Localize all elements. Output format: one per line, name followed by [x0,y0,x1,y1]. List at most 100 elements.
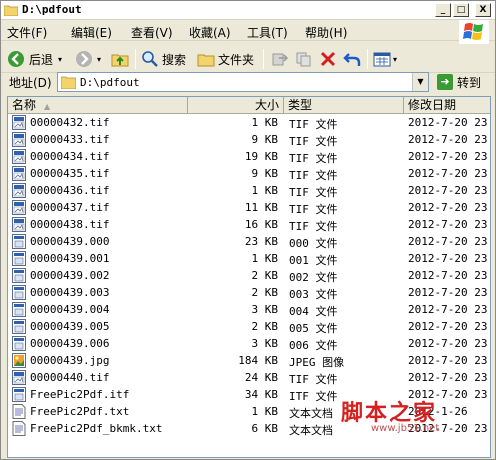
column-header-name[interactable]: 名称 ▲ [8,97,188,114]
file-size: 1 KB [251,252,279,265]
tif-file-icon [12,166,26,181]
copy-to-button[interactable] [295,48,313,70]
file-row[interactable]: 00000436.tif 1 KB TIF 文件 2012-7-20 23 [8,182,490,199]
file-row[interactable]: 00000435.tif 9 KB TIF 文件 2012-7-20 23 [8,165,490,182]
file-size: 2 KB [251,269,279,282]
file-type: 002 文件 [289,271,338,284]
file-name: 00000439.005 [30,320,110,333]
menu-favorites[interactable]: 收藏(A) [189,24,231,41]
file-name: 00000435.tif [30,167,110,180]
file-type: TIF 文件 [289,118,338,131]
address-value: D:\pdfout [80,76,140,89]
back-button[interactable]: 后退 ▾ [7,48,62,70]
file-name: 00000439.003 [30,286,110,299]
file-name: 00000439.001 [30,252,110,265]
file-size: 184 KB [238,354,278,367]
maximize-button[interactable]: □ [453,3,469,17]
go-button[interactable]: ➜ 转到 [437,73,481,91]
file-size: 2 KB [251,320,279,333]
file-row[interactable]: 00000439.005 2 KB 005 文件 2012-7-20 23 [8,318,490,335]
file-row[interactable]: 00000433.tif 9 KB TIF 文件 2012-7-20 23 [8,131,490,148]
file-name: 00000439.000 [30,235,110,248]
file-type: 004 文件 [289,305,338,318]
file-size: 19 KB [244,150,278,163]
menu-tools[interactable]: 工具(T) [247,24,288,41]
column-header-modified[interactable]: 修改日期 [404,97,490,114]
address-bar: 地址(D) D:\pdfout ▼ ➜ 转到 [1,69,495,94]
file-modified: 2012-7-20 23 [408,269,488,282]
file-modified: 2012-7-20 23 [408,354,488,367]
file-row[interactable]: 00000439.000 23 KB 000 文件 2012-7-20 23 [8,233,490,250]
back-arrow-icon [8,51,24,67]
views-button[interactable]: ▾ [373,48,397,70]
toolbar-separator [367,49,368,69]
text-document-icon [12,404,26,419]
file-type: TIF 文件 [289,135,338,148]
column-name-label: 名称 [12,98,37,112]
move-to-icon [272,53,289,66]
file-row[interactable]: 00000439.002 2 KB 002 文件 2012-7-20 23 [8,267,490,284]
close-button[interactable]: X [475,3,491,17]
file-row[interactable]: 00000440.tif 24 KB TIF 文件 2012-7-20 23 [8,369,490,386]
chevron-down-icon[interactable]: ▾ [393,55,397,64]
file-row[interactable]: 00000432.tif 1 KB TIF 文件 2012-7-20 23 [8,114,490,131]
file-name: FreePic2Pdf.itf [30,388,130,401]
file-name: 00000439.006 [30,337,110,350]
file-size: 1 KB [251,184,279,197]
file-row[interactable]: 00000434.tif 19 KB TIF 文件 2012-7-20 23 [8,148,490,165]
menu-edit[interactable]: 编辑(E) [71,24,112,41]
minimize-button[interactable]: _ [435,3,451,17]
watermark: 脚本之家 www.jb51.net [341,395,439,434]
file-row[interactable]: 00000437.tif 11 KB TIF 文件 2012-7-20 23 [8,199,490,216]
file-modified: 2012-7-20 23 [408,252,488,265]
file-row[interactable]: 00000439.006 3 KB 006 文件 2012-7-20 23 [8,335,490,352]
file-modified: 2012-7-20 23 [408,371,488,384]
tif-file-icon [12,149,26,164]
file-modified: 2012-7-20 23 [408,116,488,129]
move-to-button[interactable] [271,48,289,70]
file-modified: 2012-7-20 23 [408,320,488,333]
menu-file[interactable]: 文件(F) [7,24,47,41]
file-row[interactable]: 00000439.004 3 KB 004 文件 2012-7-20 23 [8,301,490,318]
chevron-down-icon[interactable]: ▼ [412,73,428,91]
delete-button[interactable] [319,48,337,70]
file-row[interactable]: 00000439.001 1 KB 001 文件 2012-7-20 23 [8,250,490,267]
file-name: 00000439.002 [30,269,110,282]
menu-bar: 文件(F) 编辑(E) 查看(V) 收藏(A) 工具(T) 帮助(H) [1,21,495,41]
up-folder-button[interactable] [111,48,129,70]
chevron-down-icon[interactable]: ▾ [97,55,101,64]
toolbar-separator [135,49,136,69]
watermark-url: www.jb51.net [371,423,440,434]
search-button[interactable]: 搜索 [141,48,186,70]
undo-button[interactable] [343,48,361,70]
chevron-down-icon[interactable]: ▾ [58,55,62,64]
menu-view[interactable]: 查看(V) [131,24,173,41]
file-name: 00000438.tif [30,218,110,231]
file-modified: 2012-7-20 23 [408,286,488,299]
column-header-type[interactable]: 类型 [284,97,404,114]
tif-file-icon [12,200,26,215]
file-type: 文本文档 [289,407,333,420]
file-row[interactable]: 00000438.tif 16 KB TIF 文件 2012-7-20 23 [8,216,490,233]
file-name: 00000433.tif [30,133,110,146]
windows-logo-icon [459,20,489,44]
file-type: 001 文件 [289,254,338,267]
file-type: TIF 文件 [289,220,338,233]
forward-button[interactable]: ▾ [75,48,101,70]
file-type: 000 文件 [289,237,338,250]
window-title: D:\pdfout [22,3,82,16]
file-row[interactable]: 00000439.jpg 184 KB JPEG 图像 2012-7-20 23 [8,352,490,369]
file-name: 00000439.jpg [30,354,110,367]
menu-help[interactable]: 帮助(H) [305,24,347,41]
address-input[interactable]: D:\pdfout ▼ [57,72,429,92]
title-bar[interactable]: D:\pdfout _ □ X [1,1,495,20]
folders-button[interactable]: 文件夹 [197,48,254,70]
generic-file-icon [12,336,26,351]
column-header-size[interactable]: 大小 [188,97,284,114]
file-size: 34 KB [244,388,278,401]
search-label: 搜索 [162,52,187,67]
file-modified: 2012-7-20 23 [408,218,488,231]
generic-file-icon [12,302,26,317]
file-row[interactable]: 00000439.003 2 KB 003 文件 2012-7-20 23 [8,284,490,301]
up-folder-icon [111,54,129,67]
